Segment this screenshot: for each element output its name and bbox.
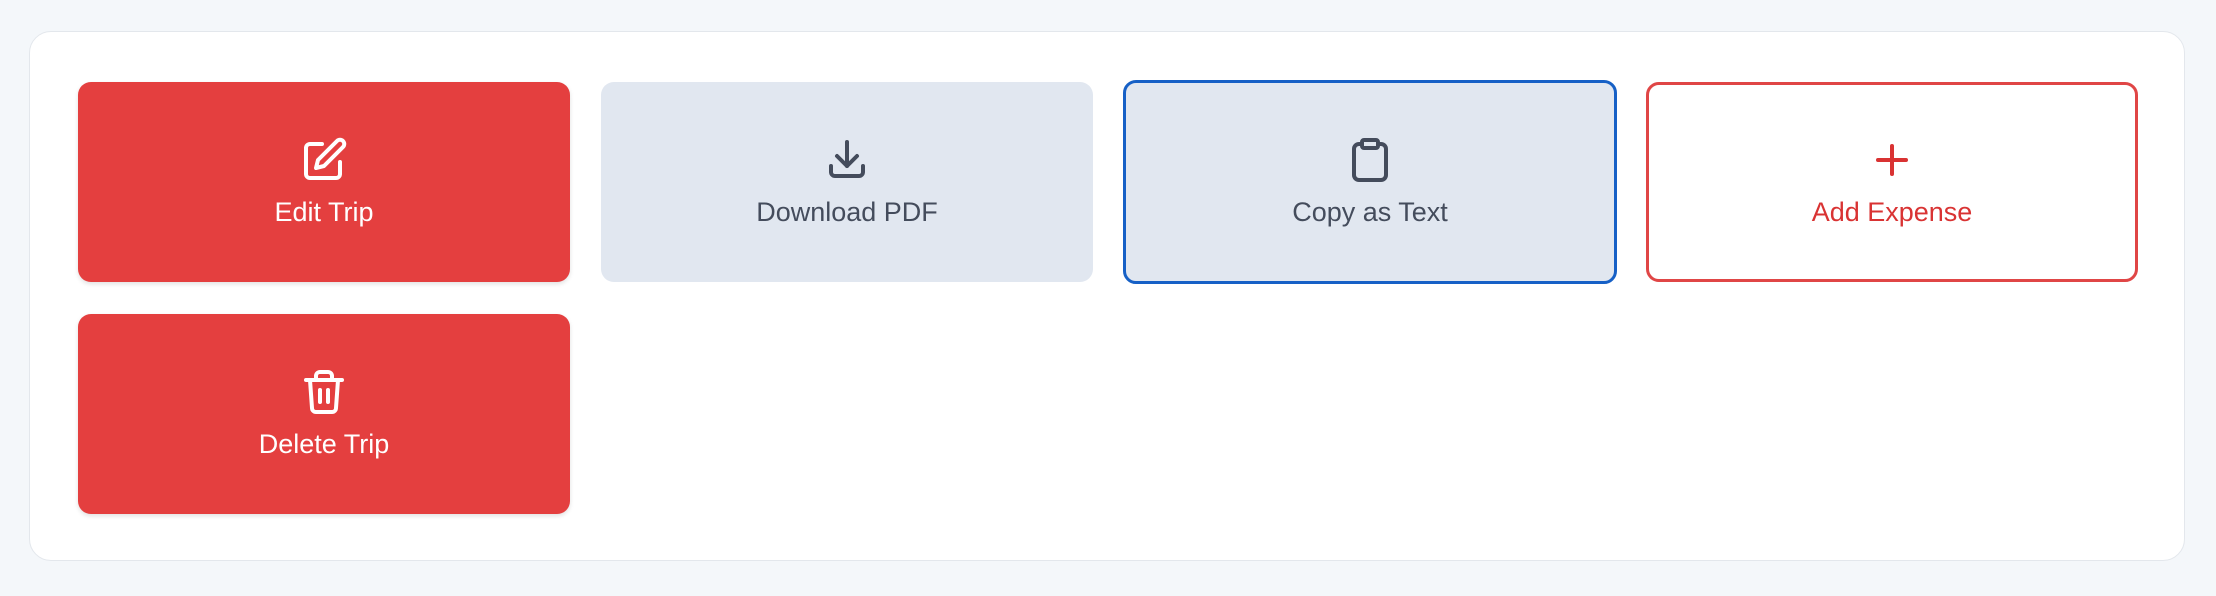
delete-trip-label: Delete Trip — [258, 429, 390, 459]
download-pdf-button[interactable]: Download PDF — [601, 82, 1093, 282]
add-expense-label: Add Expense — [1811, 197, 1973, 227]
edit-icon — [300, 136, 348, 184]
download-pdf-label: Download PDF — [756, 197, 938, 227]
edit-trip-button[interactable]: Edit Trip — [78, 82, 570, 282]
edit-trip-label: Edit Trip — [274, 197, 374, 227]
copy-as-text-label: Copy as Text — [1292, 197, 1448, 227]
delete-trip-button[interactable]: Delete Trip — [78, 314, 570, 514]
clipboard-icon — [1346, 136, 1394, 184]
add-expense-button[interactable]: Add Expense — [1646, 82, 2138, 282]
download-icon — [823, 136, 871, 184]
copy-as-text-button[interactable]: Copy as Text — [1123, 80, 1617, 284]
trash-icon — [300, 368, 348, 416]
plus-icon — [1868, 136, 1916, 184]
